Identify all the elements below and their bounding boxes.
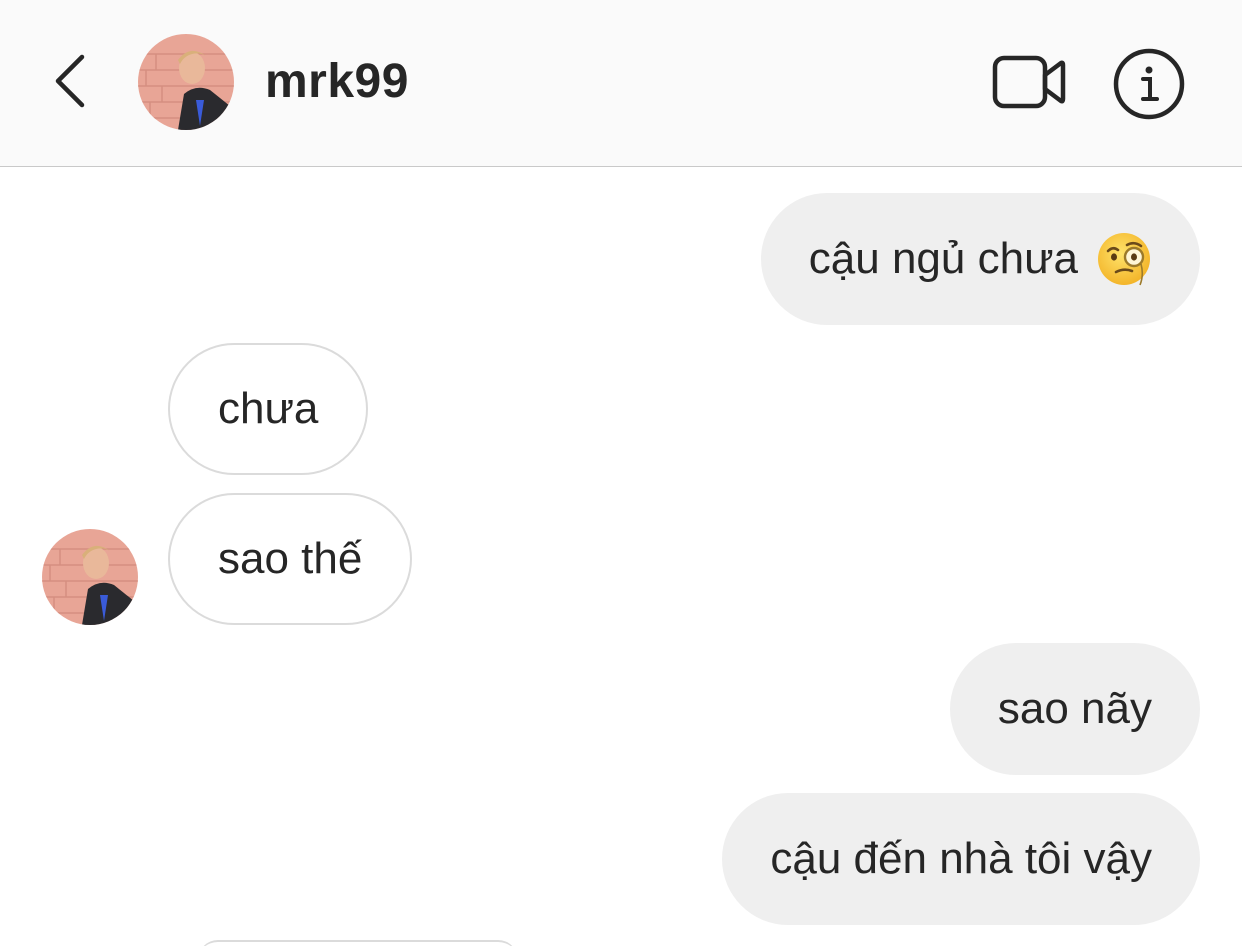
message-text: chưa: [218, 384, 319, 433]
video-camera-icon: [992, 55, 1066, 109]
chat-username[interactable]: mrk99: [265, 52, 409, 112]
message-bubble-sent[interactable]: cậu đến nhà tôi vậy: [722, 793, 1200, 925]
info-button[interactable]: [1110, 45, 1188, 123]
chat-screen: mrk99 cậu ngủ chưa chưa sao thế sao nãy …: [0, 0, 1242, 946]
back-button[interactable]: [40, 45, 100, 117]
header-avatar[interactable]: [138, 34, 234, 130]
chat-header: mrk99: [0, 0, 1242, 167]
message-bubble-received[interactable]: sao thế: [168, 493, 413, 625]
message-text: cậu đến nhà tôi vậy: [770, 834, 1152, 883]
message-bubble-sent[interactable]: sao nãy: [949, 643, 1200, 775]
face-with-monocle-icon: [1098, 233, 1150, 286]
message-text: sao nãy: [997, 684, 1152, 733]
message-text: sao thế: [218, 534, 363, 583]
chevron-left-icon: [55, 54, 85, 108]
video-call-button[interactable]: [988, 50, 1070, 114]
message-bubble-sent[interactable]: cậu ngủ chưa: [760, 193, 1200, 325]
sender-avatar[interactable]: [42, 529, 138, 625]
info-icon: [1113, 48, 1185, 120]
message-bubble-partial: [198, 940, 518, 946]
message-text: cậu ngủ chưa: [808, 234, 1078, 283]
message-bubble-received[interactable]: chưa: [168, 343, 369, 475]
